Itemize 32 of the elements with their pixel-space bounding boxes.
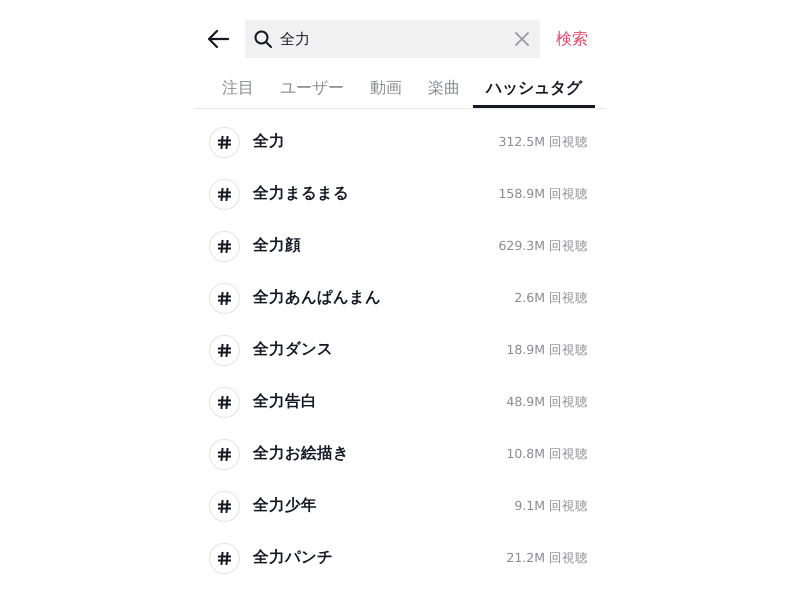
search-icon [254,30,272,48]
hashtag-icon [209,178,240,210]
search-field[interactable]: 全力 [245,20,540,58]
view-count: 312.5M 回視聴 [498,132,588,151]
view-count: 48.9M 回視聴 [506,392,588,411]
hashtag-name[interactable]: 全力顔 [253,234,301,258]
view-count: 21.2M 回視聴 [506,548,588,567]
hashtag-icon [209,490,240,522]
view-count: 158.9M 回視聴 [498,184,588,203]
hashtag-icon [209,230,240,262]
hashtag-icon [209,334,240,366]
search-button[interactable]: 検索 [556,27,588,51]
view-count: 629.3M 回視聴 [498,236,588,255]
hashtag-icon [209,542,240,574]
tab[interactable]: ハッシュタグ [473,70,595,108]
hashtag-icon [209,386,240,418]
view-count: 2.6M 回視聴 [514,288,588,307]
hashtag-name[interactable]: 全力まるまる [253,182,349,206]
view-count: 10.8M 回視聴 [506,444,588,463]
hashtag-name[interactable]: 全力 [253,130,285,154]
hashtag-icon [209,282,240,314]
hashtag-name[interactable]: 全力告白 [253,390,317,414]
hashtag-icon [209,438,240,470]
back-arrow-icon[interactable] [207,29,229,49]
view-count: 18.9M 回視聴 [506,340,588,359]
hashtag-icon [209,126,240,158]
hashtag-name[interactable]: 全力あんぱんまん [253,286,381,310]
hashtag-name[interactable]: 全力ダンス [253,338,333,362]
view-count: 9.1M 回視聴 [514,496,588,515]
hashtag-name[interactable]: 全力お絵描き [253,442,349,466]
hashtag-name[interactable]: 全力少年 [253,494,317,518]
hashtag-name[interactable]: 全力パンチ [253,546,333,570]
